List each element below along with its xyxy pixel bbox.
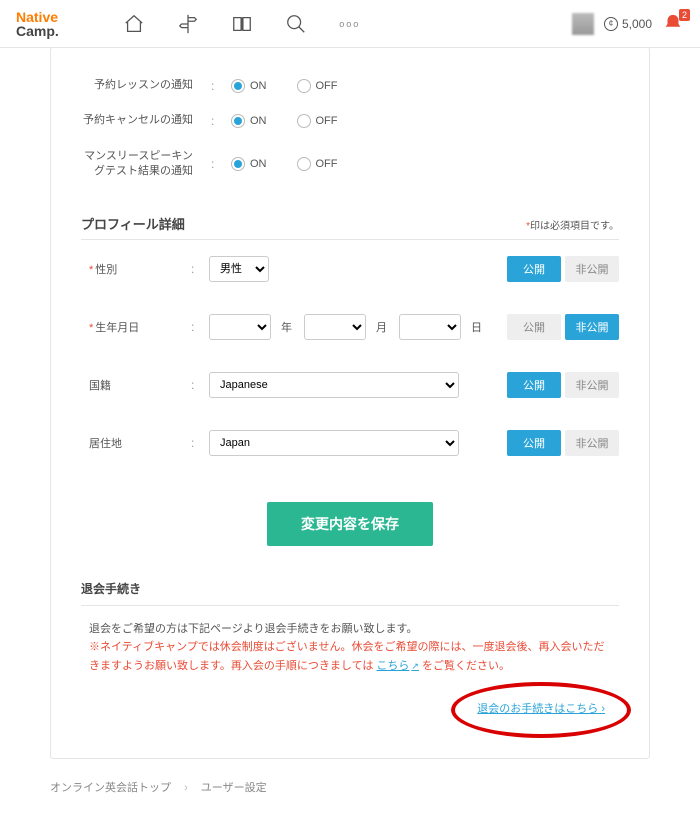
coin-icon: ¢ [604, 17, 618, 31]
breadcrumb-top[interactable]: オンライン英会話トップ [50, 782, 171, 794]
residence-select[interactable]: Japan [209, 430, 459, 456]
notification-badge: 2 [679, 9, 690, 21]
notification-row-cancel: 予約キャンセルの通知 : ON OFF [81, 103, 619, 138]
rejoin-help-link[interactable]: こちら↗ [376, 660, 419, 672]
search-icon[interactable] [285, 13, 307, 35]
home-icon[interactable] [123, 13, 145, 35]
breadcrumb-current: ユーザー設定 [201, 782, 267, 794]
field-residence: 居住地 : Japan 公開 非公開 [81, 414, 619, 472]
birthday-public-button[interactable]: 公開 [507, 314, 561, 340]
notif-label: 予約レッスンの通知 [81, 78, 211, 93]
profile-section-header: プロフィール詳細 *印は必須項目です。 [81, 204, 619, 240]
nationality-private-button[interactable]: 非公開 [565, 372, 619, 398]
header-right: ¢ 5,000 2 [572, 13, 684, 35]
coin-amount: 5,000 [622, 17, 652, 31]
coin-balance[interactable]: ¢ 5,000 [604, 17, 652, 31]
birthday-private-button[interactable]: 非公開 [565, 314, 619, 340]
nationality-select[interactable]: Japanese [209, 372, 459, 398]
residence-public-button[interactable]: 公開 [507, 430, 561, 456]
notifications-icon[interactable]: 2 [662, 13, 684, 35]
radio-off[interactable]: OFF [297, 114, 338, 128]
radio-off[interactable]: OFF [297, 79, 338, 93]
birth-day-select[interactable] [399, 314, 461, 340]
nationality-public-button[interactable]: 公開 [507, 372, 561, 398]
required-note: *印は必須項目です。 [526, 217, 619, 232]
birth-month-select[interactable] [304, 314, 366, 340]
radio-on[interactable]: ON [231, 157, 267, 171]
chevron-right-icon: › [184, 782, 188, 794]
header-nav: ooo [123, 13, 548, 35]
field-nationality: 国籍 : Japanese 公開 非公開 [81, 356, 619, 414]
withdraw-link[interactable]: 退会のお手続きはこちら › [477, 703, 605, 715]
page-body: 予約レッスンの通知 : ON OFF 予約キャンセルの通知 : ON OFF マ… [0, 47, 700, 759]
logo-text-top: Native [16, 10, 59, 24]
radio-on[interactable]: ON [231, 114, 267, 128]
save-button[interactable]: 変更内容を保存 [267, 502, 433, 546]
withdraw-note: ※ネイティブキャンプでは休会制度はございません。休会をご希望の際には、一度退会後… [89, 638, 611, 675]
settings-card: 予約レッスンの通知 : ON OFF 予約キャンセルの通知 : ON OFF マ… [50, 47, 650, 759]
signpost-icon[interactable] [177, 13, 199, 35]
withdraw-section-title: 退会手続き [81, 572, 619, 606]
gender-public-button[interactable]: 公開 [507, 256, 561, 282]
book-icon[interactable] [231, 13, 253, 35]
breadcrumb: オンライン英会話トップ › ユーザー設定 [0, 759, 700, 825]
avatar[interactable] [572, 13, 594, 35]
notification-row-speaking-test: マンスリースピーキングテスト結果の通知 : ON OFF [81, 139, 619, 190]
withdraw-body: 退会をご希望の方は下記ページより退会手続きをお願い致します。 ※ネイティブキャン… [81, 606, 619, 719]
logo-text-bottom: Camp. [16, 24, 59, 38]
notification-row-reserve: 予約レッスンの通知 : ON OFF [81, 68, 619, 103]
field-gender: *性別 : 男性 公開 非公開 [81, 240, 619, 298]
radio-off[interactable]: OFF [297, 157, 338, 171]
notif-label: 予約キャンセルの通知 [81, 113, 211, 128]
notif-label: マンスリースピーキングテスト結果の通知 [81, 149, 211, 180]
birth-year-select[interactable] [209, 314, 271, 340]
profile-section-title: プロフィール詳細 [81, 214, 185, 233]
more-icon[interactable]: ooo [339, 13, 361, 35]
global-header: Native Camp. ooo ¢ 5,000 2 [0, 0, 700, 48]
field-birthday: *生年月日 : 年 月 日 公開 非公開 [81, 298, 619, 356]
radio-on[interactable]: ON [231, 79, 267, 93]
gender-select[interactable]: 男性 [209, 256, 269, 282]
withdraw-line1: 退会をご希望の方は下記ページより退会手続きをお願い致します。 [89, 620, 611, 639]
gender-private-button[interactable]: 非公開 [565, 256, 619, 282]
external-link-icon: ↗ [411, 661, 419, 671]
residence-private-button[interactable]: 非公開 [565, 430, 619, 456]
logo[interactable]: Native Camp. [16, 10, 59, 38]
